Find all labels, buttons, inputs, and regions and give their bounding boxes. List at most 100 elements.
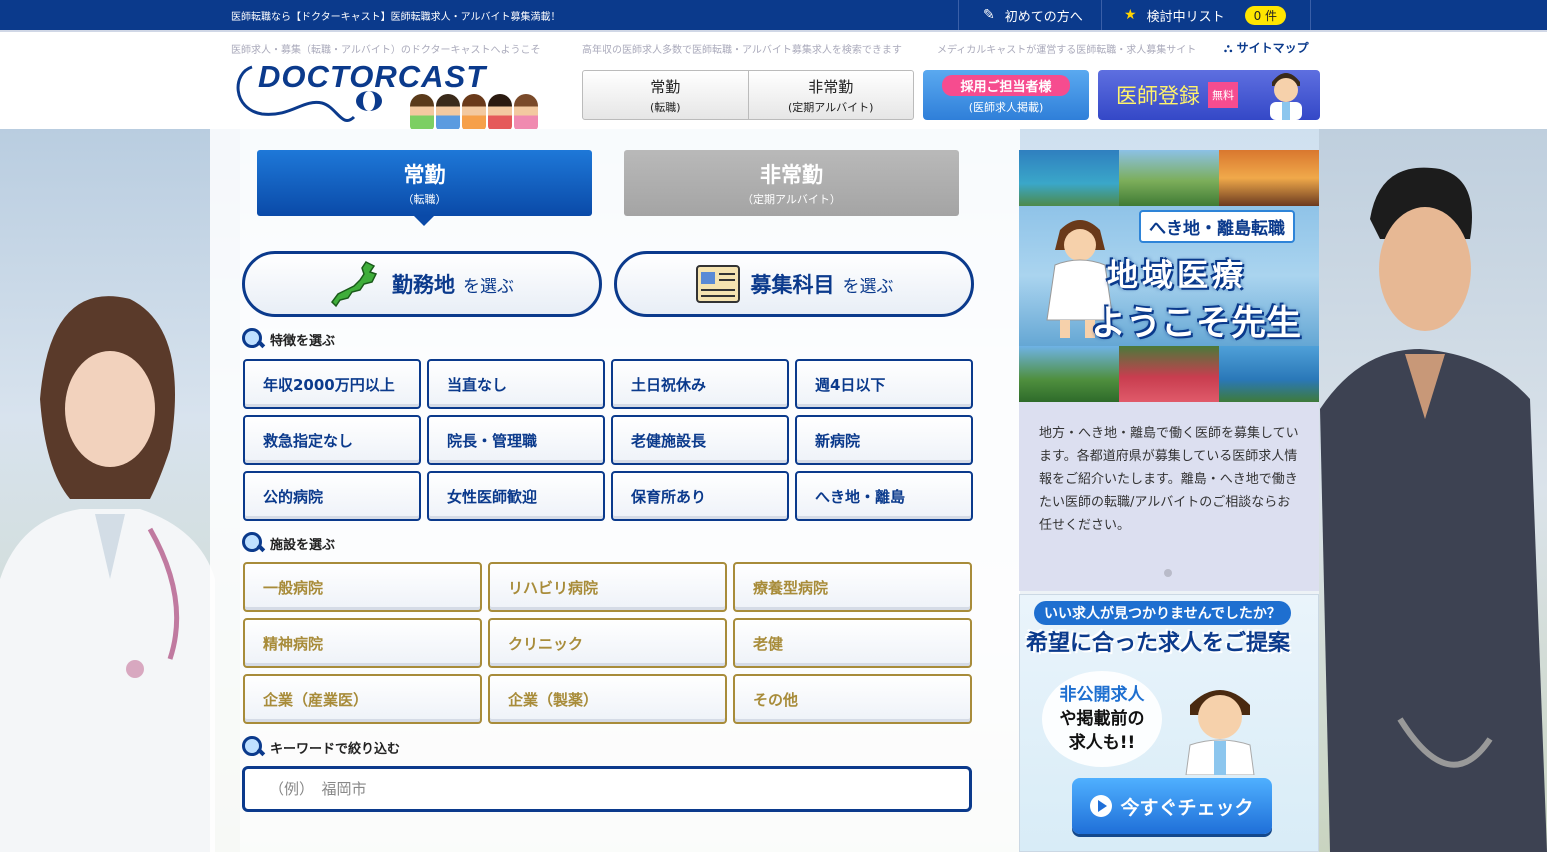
facilities-heading: 施設を選ぶ xyxy=(242,532,335,554)
tab-parttime-label: 非常勤 xyxy=(760,163,823,187)
bubble-line-3: 求人も!! xyxy=(1068,733,1136,753)
header-subline-3: メディカルキャストが運営する医師転職・求人募集サイト xyxy=(937,45,1197,56)
doctor-avatar-icon xyxy=(1270,73,1302,120)
job-proposal-banner[interactable]: いい求人が見つかりませんでしたか？ 希望に合った求人をご提案 非公開求人 や掲載… xyxy=(1019,594,1319,852)
feature-chip[interactable]: 女性医師歓迎 xyxy=(427,471,605,521)
proposal-speech-bubble: 非公開求人 や掲載前の 求人も!! xyxy=(1042,671,1162,767)
feature-chip[interactable]: 週4日以下 xyxy=(795,359,973,409)
facility-chip[interactable]: 老健 xyxy=(733,618,972,668)
recruiter-label: 採用ご担当者様 xyxy=(942,75,1070,96)
register-free-badge: 無料 xyxy=(1208,82,1238,108)
keyword-heading-label: キーワードで絞り込む xyxy=(270,741,401,757)
features-grid: 年収2000万円以上 当直なし 土日祝休み 週4日以下 救急指定なし 院長・管理… xyxy=(243,359,973,521)
feature-chip[interactable]: 老健施設長 xyxy=(611,415,789,465)
facility-chip[interactable]: 企業（製薬） xyxy=(488,674,727,724)
favorites-link[interactable]: ★ 検討中リスト 0 件 xyxy=(1101,0,1311,30)
proposal-banner-question: いい求人が見つかりませんでしたか？ xyxy=(1034,601,1291,625)
logo-text: DOCTORCAST xyxy=(258,59,487,94)
nav-fulltime-sub: (転職) xyxy=(649,100,681,114)
facility-chip[interactable]: クリニック xyxy=(488,618,727,668)
feature-chip[interactable]: 保育所あり xyxy=(611,471,789,521)
select-area-sub: を選ぶ xyxy=(463,276,514,297)
feature-chip[interactable]: 新病院 xyxy=(795,415,973,465)
tagline: 医師転職なら【ドクターキャスト】医師転職求人・アルバイト募集満載！ xyxy=(231,12,561,23)
feature-chip[interactable]: 院長・管理職 xyxy=(427,415,605,465)
banner-description: 地方・へき地・離島で働く医師を募集しています。各都道府県が募集している医師求人情… xyxy=(1039,426,1299,533)
edit-icon: ✎ xyxy=(983,7,995,23)
select-department-label: 募集科目 xyxy=(750,273,835,297)
check-now-button[interactable]: 今すぐチェック xyxy=(1072,778,1272,834)
play-icon xyxy=(1090,795,1113,817)
facility-chip[interactable]: 療養型病院 xyxy=(733,562,972,612)
document-icon xyxy=(695,265,740,303)
header-subline-1: 医師求人・募集（転職・アルバイト）のドクターキャストへようこそ xyxy=(231,45,541,56)
hero-search-area: 常勤 （転職） 非常勤 （定期アルバイト） 勤務地 を選ぶ 募集科目 を選ぶ 特… xyxy=(0,129,1547,852)
tab-parttime[interactable]: 非常勤 （定期アルバイト） xyxy=(624,150,959,216)
proposal-banner-headline: 希望に合った求人をご提案 xyxy=(1026,631,1291,656)
bubble-line-2: や掲載前の xyxy=(1059,709,1145,729)
facility-chip[interactable]: 精神病院 xyxy=(243,618,482,668)
magnifier-icon xyxy=(242,328,264,350)
star-icon: ★ xyxy=(1124,7,1137,23)
sitemap-link[interactable]: ⛬ サイトマップ xyxy=(1224,39,1309,56)
recruiter-button[interactable]: 採用ご担当者様 (医師求人掲載) xyxy=(923,70,1089,120)
carousel-dot[interactable] xyxy=(1164,569,1172,577)
first-visit-label: 初めての方へ xyxy=(1004,9,1083,25)
sitemap-icon: ⛬ xyxy=(1224,41,1237,55)
doctor-boy-illustration xyxy=(1185,690,1255,775)
tab-parttime-sub: （定期アルバイト） xyxy=(742,193,841,206)
facility-chip[interactable]: 一般病院 xyxy=(243,562,482,612)
favorites-count-badge: 0 件 xyxy=(1244,5,1287,25)
features-heading: 特徴を選ぶ xyxy=(242,328,335,350)
select-department-button[interactable]: 募集科目 を選ぶ xyxy=(614,251,974,317)
japan-map-icon xyxy=(331,261,378,308)
feature-chip[interactable]: へき地・離島 xyxy=(795,471,973,521)
employment-type-nav: 常勤 (転職) 非常勤 (定期アルバイト) xyxy=(582,70,914,120)
banner-badge: へき地・離島転職 xyxy=(1139,210,1295,243)
male-doctor-photo xyxy=(1320,167,1547,852)
site-header: 医師求人・募集（転職・アルバイト）のドクターキャストへようこそ 高年収の医師求人… xyxy=(0,30,1547,131)
select-area-label: 勤務地 xyxy=(392,273,455,297)
nav-parttime-button[interactable]: 非常勤 (定期アルバイト) xyxy=(747,71,914,119)
nav-fulltime-button[interactable]: 常勤 (転職) xyxy=(583,71,748,119)
bubble-line-1: 非公開求人 xyxy=(1059,685,1145,705)
feature-chip[interactable]: 年収2000万円以上 xyxy=(243,359,421,409)
facility-chip[interactable]: リハビリ病院 xyxy=(488,562,727,612)
tab-fulltime-sub: （転職） xyxy=(402,193,447,206)
feature-chip[interactable]: 救急指定なし xyxy=(243,415,421,465)
check-now-label: 今すぐチェック xyxy=(1120,796,1254,819)
header-subline-2: 高年収の医師求人多数で医師転職・アルバイト募集求人を検索できます xyxy=(582,45,902,56)
keyword-heading: キーワードで絞り込む xyxy=(242,736,400,758)
female-doctor-photo xyxy=(0,296,215,852)
select-area-button[interactable]: 勤務地 を選ぶ xyxy=(242,251,602,317)
select-department-sub: を選ぶ xyxy=(842,276,894,297)
feature-chip[interactable]: 土日祝休み xyxy=(611,359,789,409)
magnifier-icon xyxy=(242,532,264,554)
sitemap-label: サイトマップ xyxy=(1236,41,1309,55)
banner-title-2: ようこそ先生 xyxy=(1091,304,1302,344)
favorites-label: 検討中リスト xyxy=(1146,9,1225,25)
feature-chip[interactable]: 公的病院 xyxy=(243,471,421,521)
rural-medicine-banner[interactable]: へき地・離島転職 地域医療 ようこそ先生 地方・へき地・離島で働く医師を募集して… xyxy=(1019,150,1319,591)
facilities-grid: 一般病院 リハビリ病院 療養型病院 精神病院 クリニック 老健 企業（産業医） … xyxy=(243,562,972,724)
nav-parttime-sub: (定期アルバイト) xyxy=(788,100,874,114)
site-logo[interactable]: DOCTORCAST xyxy=(232,59,572,131)
feature-chip[interactable]: 当直なし xyxy=(427,359,605,409)
banner-title-1: 地域医療 xyxy=(1107,258,1247,294)
facility-chip[interactable]: 企業（産業医） xyxy=(243,674,482,724)
logo-doctors-illustration xyxy=(410,94,538,130)
nav-parttime-label: 非常勤 xyxy=(808,77,854,96)
features-heading-label: 特徴を選ぶ xyxy=(270,333,336,349)
magnifier-icon xyxy=(242,736,264,758)
register-label: 医師登録 xyxy=(1116,84,1200,108)
recruiter-sub: (医師求人掲載) xyxy=(968,101,1044,114)
nav-fulltime-label: 常勤 xyxy=(650,77,681,96)
keyword-input[interactable] xyxy=(242,766,972,812)
doctor-register-button[interactable]: 医師登録 無料 xyxy=(1098,70,1320,120)
tab-fulltime[interactable]: 常勤 （転職） xyxy=(257,150,592,226)
facilities-heading-label: 施設を選ぶ xyxy=(270,537,336,553)
top-bar: 医師転職なら【ドクターキャスト】医師転職求人・アルバイト募集満載！ ✎ 初めての… xyxy=(0,0,1547,30)
tab-fulltime-label: 常勤 xyxy=(403,163,446,187)
facility-chip[interactable]: その他 xyxy=(733,674,972,724)
first-visit-link[interactable]: ✎ 初めての方へ xyxy=(958,0,1101,30)
